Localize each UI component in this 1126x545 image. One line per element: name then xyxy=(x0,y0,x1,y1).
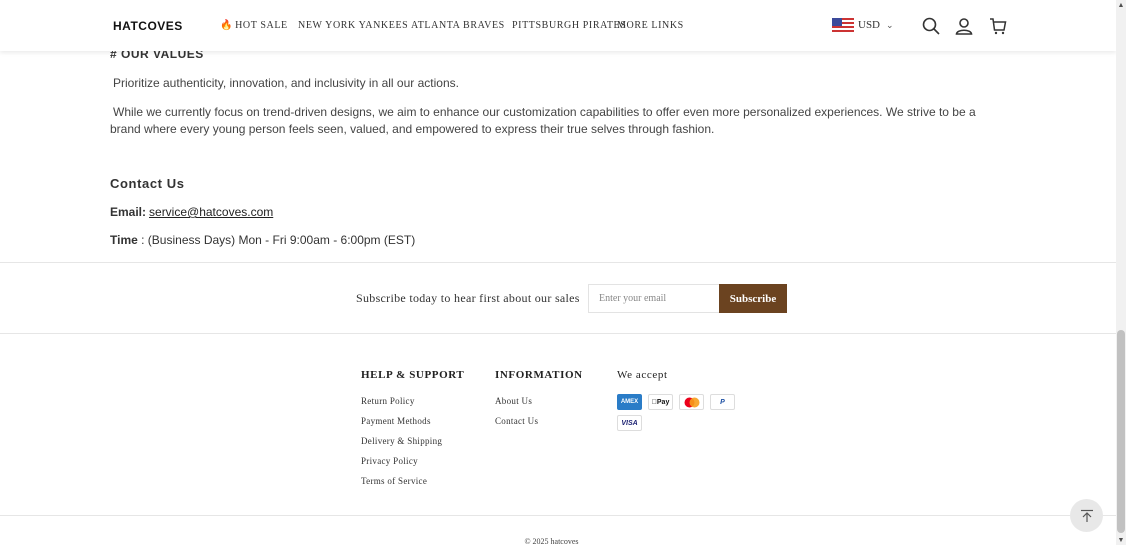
we-accept-heading: We accept xyxy=(617,369,668,381)
cart-icon[interactable] xyxy=(989,17,1007,35)
logo-text: HATCOVES xyxy=(113,19,183,33)
email-label: Email: xyxy=(110,205,147,219)
divider xyxy=(0,262,1116,263)
apple-pay-icon: Pay xyxy=(648,394,673,410)
scrollbar-thumb[interactable] xyxy=(1117,330,1125,533)
email-link[interactable]: service@hatcoves.com xyxy=(149,205,273,219)
footer-link-terms-of-service[interactable]: Terms of Service xyxy=(361,476,427,486)
nav-pittsburgh-pirates[interactable]: PITTSBURGH PIRATES xyxy=(512,20,626,31)
back-to-top-button[interactable] xyxy=(1070,499,1103,532)
nav-hot-sale-label: HOT SALE xyxy=(235,20,288,31)
mastercard-icon xyxy=(679,394,704,410)
footer-link-delivery-shipping[interactable]: Delivery & Shipping xyxy=(361,436,442,446)
mastercard-circles xyxy=(684,397,699,407)
values-paragraph-1: Prioritize authenticity, innovation, and… xyxy=(113,76,459,90)
values-paragraph-2: While we currently focus on trend-driven… xyxy=(110,105,976,136)
nav-more-links[interactable]: MORE LINKS xyxy=(617,20,684,31)
logo[interactable]: HATCOVES xyxy=(113,19,183,33)
divider xyxy=(0,515,1116,516)
apple-pay-label: Pay xyxy=(654,398,669,406)
copyright: © 2025 hatcoves xyxy=(524,537,579,545)
user-icon[interactable] xyxy=(955,17,973,35)
footer-link-payment-methods[interactable]: Payment Methods xyxy=(361,416,431,426)
us-flag-icon[interactable] xyxy=(832,18,854,32)
email-row: Email: service@hatcoves.com xyxy=(110,205,273,219)
help-support-heading: HELP & SUPPORT xyxy=(361,369,465,381)
information-heading: INFORMATION xyxy=(495,369,583,381)
nav-atlanta-braves[interactable]: ATLANTA BRAVES xyxy=(411,20,505,31)
email-subscribe-input[interactable] xyxy=(588,284,719,313)
scroll-down-arrow-icon[interactable]: ▼ xyxy=(1116,535,1126,545)
amex-icon: AMEX xyxy=(617,394,642,410)
footer-link-about-us[interactable]: About Us xyxy=(495,396,532,406)
search-icon[interactable] xyxy=(922,17,940,35)
flame-icon: 🔥 xyxy=(220,20,234,31)
paypal-icon: P xyxy=(710,394,735,410)
divider xyxy=(0,333,1116,334)
time-label: Time xyxy=(110,233,138,247)
site-header: HATCOVES 🔥 HOT SALE NEW YORK YANKEES ATLA… xyxy=(0,0,1116,51)
nav-hot-sale[interactable]: 🔥 HOT SALE xyxy=(220,20,288,31)
currency-selector[interactable]: USD xyxy=(858,19,880,31)
footer-link-contact-us[interactable]: Contact Us xyxy=(495,416,538,426)
nav-new-york-yankees[interactable]: NEW YORK YANKEES xyxy=(298,20,408,31)
arrow-up-icon xyxy=(1080,509,1093,522)
visa-icon: VISA xyxy=(617,415,642,431)
time-value: : (Business Days) Mon - Fri 9:00am - 6:0… xyxy=(141,233,416,247)
footer-link-privacy-policy[interactable]: Privacy Policy xyxy=(361,456,418,466)
contact-heading: Contact Us xyxy=(110,176,185,191)
scroll-up-arrow-icon[interactable]: ▲ xyxy=(1116,0,1126,10)
subscribe-text: Subscribe today to hear first about our … xyxy=(356,291,580,305)
page: HATCOVES 🔥 HOT SALE NEW YORK YANKEES ATLA… xyxy=(0,0,1116,545)
chevron-down-icon[interactable]: ⌄ xyxy=(886,20,894,31)
footer-link-return-policy[interactable]: Return Policy xyxy=(361,396,415,406)
time-row: Time : (Business Days) Mon - Fri 9:00am … xyxy=(110,233,415,247)
subscribe-button[interactable]: Subscribe xyxy=(719,284,787,313)
